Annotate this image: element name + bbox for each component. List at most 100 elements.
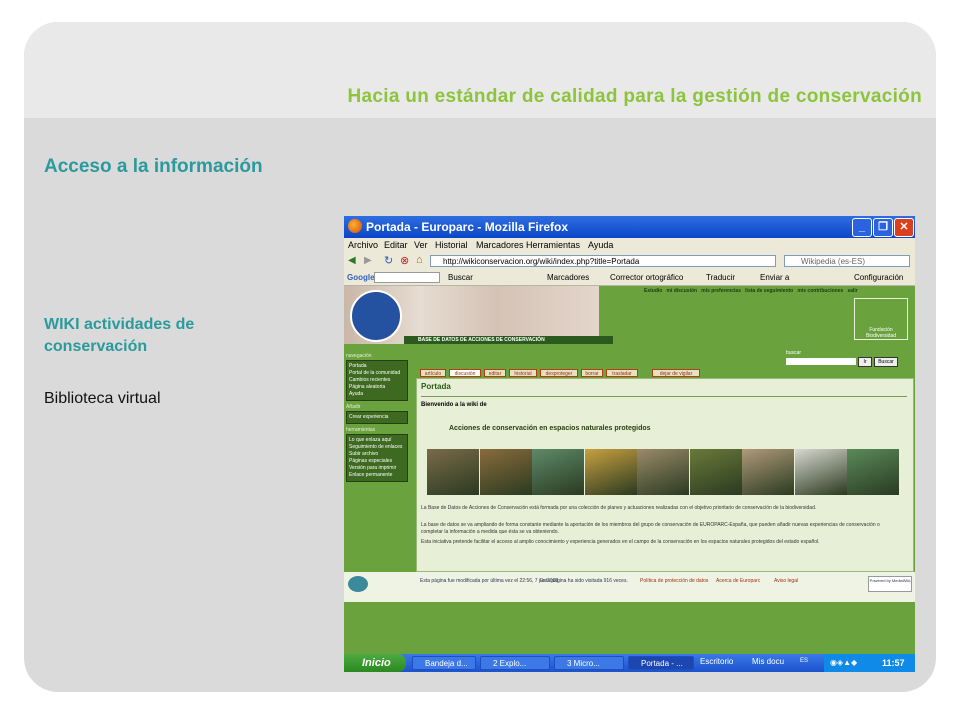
- mediawiki-badge[interactable]: Powered by MediaWiki: [868, 576, 912, 592]
- user-link[interactable]: mis contribuciones: [797, 288, 843, 294]
- paragraph: La base de datos se va ampliando de form…: [421, 522, 880, 535]
- search-label: buscar: [786, 350, 802, 356]
- task-bandeja[interactable]: Bandeja d...: [412, 656, 476, 670]
- escritorio-label[interactable]: Escritorio: [700, 657, 733, 666]
- buscar-button[interactable]: Buscar: [874, 357, 898, 367]
- back-icon[interactable]: ◀: [348, 255, 356, 266]
- footer-privacy-link[interactable]: Política de protección de datos: [640, 578, 708, 584]
- wiki-banner: BASE DE DATOS DE ACCIONES DE CONSERVACIÓ…: [344, 286, 613, 344]
- wiki-bullet: WIKI actividades de conservación: [44, 316, 195, 355]
- sidebar-item-portada[interactable]: Portada: [349, 363, 405, 370]
- paragraph: Esta iniciativa pretende facilitar el ac…: [421, 539, 820, 545]
- nature-photo: [584, 449, 637, 495]
- menu-archivo[interactable]: Archivo: [348, 240, 378, 250]
- menu-editar[interactable]: Editar: [384, 240, 408, 250]
- footer-about-link[interactable]: Acerca de Europarc: [716, 578, 760, 584]
- exp-heading: Añadir: [346, 404, 361, 410]
- navigation-toolbar: ◀ ▶ ↻ ⊗ ⌂ http://wikiconservacion.org/wi…: [344, 253, 915, 270]
- ir-button[interactable]: Ir: [858, 357, 872, 367]
- maximize-button[interactable]: ❐: [873, 218, 893, 237]
- nav-box: Portada Portal de la comunidad Cambios r…: [346, 360, 408, 401]
- sidebar-item-portal[interactable]: Portal de la comunidad: [349, 370, 405, 377]
- sidebar-item-cambios[interactable]: Cambios recientes: [349, 377, 405, 384]
- sidebar-item-permanente[interactable]: Enlace permanente: [349, 472, 405, 479]
- tab-editar[interactable]: editar: [484, 369, 506, 377]
- nature-photo: [427, 449, 479, 495]
- misdocs-label[interactable]: Mis docu: [752, 657, 784, 666]
- wiki-search-input[interactable]: [786, 358, 856, 365]
- tab-discusion[interactable]: discusión: [449, 369, 481, 377]
- google-corrector-button[interactable]: Corrector ortográfico: [610, 273, 683, 282]
- user-link[interactable]: salir: [847, 288, 857, 294]
- tab-desproteger[interactable]: desproteger: [540, 369, 578, 377]
- language-indicator[interactable]: ES: [800, 658, 808, 664]
- stop-icon[interactable]: ⊗: [400, 254, 409, 267]
- task-portada[interactable]: Portada - ...: [628, 656, 694, 670]
- reload-icon[interactable]: ↻: [384, 254, 393, 267]
- google-search-input[interactable]: [374, 272, 440, 283]
- forward-icon[interactable]: ▶: [364, 255, 372, 266]
- sidebar-item-especiales[interactable]: Páginas especiales: [349, 458, 405, 465]
- banner-caption: BASE DE DATOS DE ACCIONES DE CONSERVACIÓ…: [404, 336, 613, 344]
- google-config-button[interactable]: Configuración: [854, 273, 903, 282]
- user-link[interactable]: mi discusión: [667, 288, 698, 294]
- google-buscar-button[interactable]: Buscar: [448, 273, 473, 282]
- sidebar-item-imprimir[interactable]: Versión para imprimir: [349, 465, 405, 472]
- home-icon[interactable]: ⌂: [416, 254, 423, 266]
- wiki-heading: Acciones de conservación en espacios nat…: [449, 425, 651, 432]
- nature-photo: [742, 449, 794, 495]
- start-button[interactable]: Inicio: [344, 654, 406, 672]
- footer-legal-link[interactable]: Aviso legal: [774, 578, 798, 584]
- menu-marcadores[interactable]: Marcadores: [476, 240, 524, 250]
- wiki-page: Portada Bienvenido a la wiki de Acciones…: [416, 378, 914, 572]
- google-traducir-button[interactable]: Traducir: [706, 273, 735, 282]
- tab-historial[interactable]: historial: [509, 369, 537, 377]
- nature-photo: [689, 449, 742, 495]
- fundacion-text: Fundación Biodiversidad: [865, 327, 897, 339]
- google-toolbar: Google Buscar Marcadores Corrector ortog…: [344, 270, 915, 286]
- welcome-text: Bienvenido a la wiki de: [421, 402, 487, 408]
- menu-herramientas[interactable]: Herramientas: [526, 240, 580, 250]
- user-link[interactable]: Estudio: [644, 288, 662, 294]
- sidebar-item-ayuda[interactable]: Ayuda: [349, 391, 405, 398]
- nature-photo: [479, 449, 532, 495]
- tab-vigilar[interactable]: dejar de vigilar: [652, 369, 700, 377]
- menu-ayuda[interactable]: Ayuda: [588, 240, 613, 250]
- menu-ver[interactable]: Ver: [414, 240, 428, 250]
- page-title: Portada: [421, 382, 451, 391]
- user-link[interactable]: lista de seguimiento: [745, 288, 793, 294]
- sidebar-item-enlaza[interactable]: Lo que enlaza aquí: [349, 437, 405, 444]
- tools-heading: herramientas: [346, 427, 376, 433]
- sidebar-item-seguimiento[interactable]: Seguimiento de enlaces: [349, 444, 405, 451]
- europarc-logo: [350, 290, 402, 342]
- sidebar-item-crear[interactable]: Crear experiencia: [349, 414, 405, 421]
- clock: 11:57: [882, 658, 905, 668]
- close-button[interactable]: ✕: [894, 218, 914, 237]
- user-link[interactable]: mis preferencias: [701, 288, 741, 294]
- footer-visits: Esta página ha sido visitada 916 veces.: [540, 578, 628, 584]
- task-explorer[interactable]: 2 Explo...: [480, 656, 550, 670]
- tab-borrar[interactable]: borrar: [581, 369, 603, 377]
- tab-trasladar[interactable]: trasladar: [606, 369, 638, 377]
- google-marcadores-button[interactable]: Marcadores: [547, 273, 589, 282]
- google-enviar-button[interactable]: Enviar a: [760, 273, 789, 282]
- wiki-footer: Esta página fue modificada por última ve…: [344, 572, 915, 602]
- tab-articulo[interactable]: artículo: [420, 369, 446, 377]
- paragraph: La Base de Datos de Acciones de Conserva…: [421, 505, 817, 511]
- task-microsoft[interactable]: 3 Micro...: [554, 656, 624, 670]
- footer-modified: Esta página fue modificada por última ve…: [420, 578, 560, 584]
- sidebar-item-subir[interactable]: Subir archivo: [349, 451, 405, 458]
- menu-historial[interactable]: Historial: [435, 240, 468, 250]
- search-field[interactable]: Wikipedia (es-ES): [784, 255, 910, 267]
- library-bullet: Biblioteca virtual: [44, 390, 161, 407]
- sidebar-item-aleatoria[interactable]: Página aleatoria: [349, 384, 405, 391]
- photo-strip: [427, 449, 900, 495]
- minimize-button[interactable]: _: [852, 218, 872, 237]
- url-field[interactable]: http://wikiconservacion.org/wiki/index.p…: [430, 255, 776, 267]
- tray-icons[interactable]: ◉◈▲◆: [830, 654, 857, 672]
- system-tray: ◉◈▲◆ 11:57: [824, 654, 915, 672]
- exp-box: Crear experiencia: [346, 411, 408, 424]
- firefox-icon: [348, 219, 362, 233]
- menu-bar: Archivo Editar Ver Historial Marcadores …: [344, 238, 915, 253]
- user-links: Estudio mi discusión mis preferencias li…: [644, 288, 858, 294]
